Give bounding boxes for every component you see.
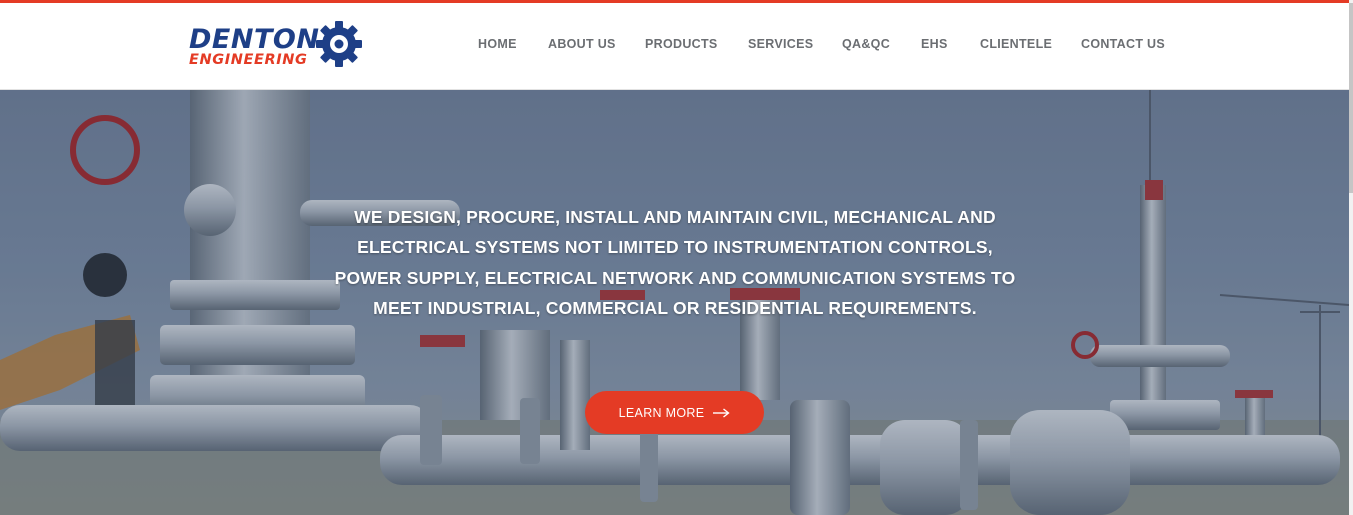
- arrow-right-icon: [713, 407, 730, 418]
- hero-headline-line: WE DESIGN, PROCURE, INSTALL AND MAINTAIN…: [354, 207, 996, 227]
- nav-qa-qc[interactable]: QA&QC: [842, 37, 890, 51]
- page-scrollbar[interactable]: [1349, 0, 1353, 515]
- nav-products[interactable]: PRODUCTS: [645, 37, 718, 51]
- nav-services[interactable]: SERVICES: [748, 37, 813, 51]
- nav-about-us[interactable]: ABOUT US: [548, 37, 616, 51]
- learn-more-button[interactable]: LEARN MORE: [585, 391, 764, 434]
- hero-headline: WE DESIGN, PROCURE, INSTALL AND MAINTAIN…: [300, 202, 1050, 323]
- gear-icon: [316, 21, 362, 67]
- nav-ehs[interactable]: EHS: [921, 37, 948, 51]
- brand-logo[interactable]: DENTON ENGINEERING: [187, 21, 367, 75]
- site-header: DENTON ENGINEERING HOME ABOUT US PRODUCT…: [0, 3, 1353, 90]
- learn-more-label: LEARN MORE: [618, 405, 705, 420]
- hero-headline-line: MEET INDUSTRIAL, COMMERCIAL OR RESIDENTI…: [373, 297, 977, 318]
- hero-banner: WE DESIGN, PROCURE, INSTALL AND MAINTAIN…: [0, 90, 1349, 515]
- brand-name: DENTON: [189, 24, 320, 55]
- scrollbar-thumb[interactable]: [1349, 3, 1353, 193]
- hero-headline-line: POWER SUPPLY, ELECTRICAL NETWORK AND COM…: [334, 267, 1016, 288]
- nav-home[interactable]: HOME: [478, 37, 517, 51]
- hero-headline-line: ELECTRICAL SYSTEMS NOT LIMITED TO INSTRU…: [357, 237, 993, 258]
- brand-tagline: ENGINEERING: [189, 52, 308, 68]
- nav-contact-us[interactable]: CONTACT US: [1081, 37, 1165, 51]
- nav-clientele[interactable]: CLIENTELE: [980, 37, 1052, 51]
